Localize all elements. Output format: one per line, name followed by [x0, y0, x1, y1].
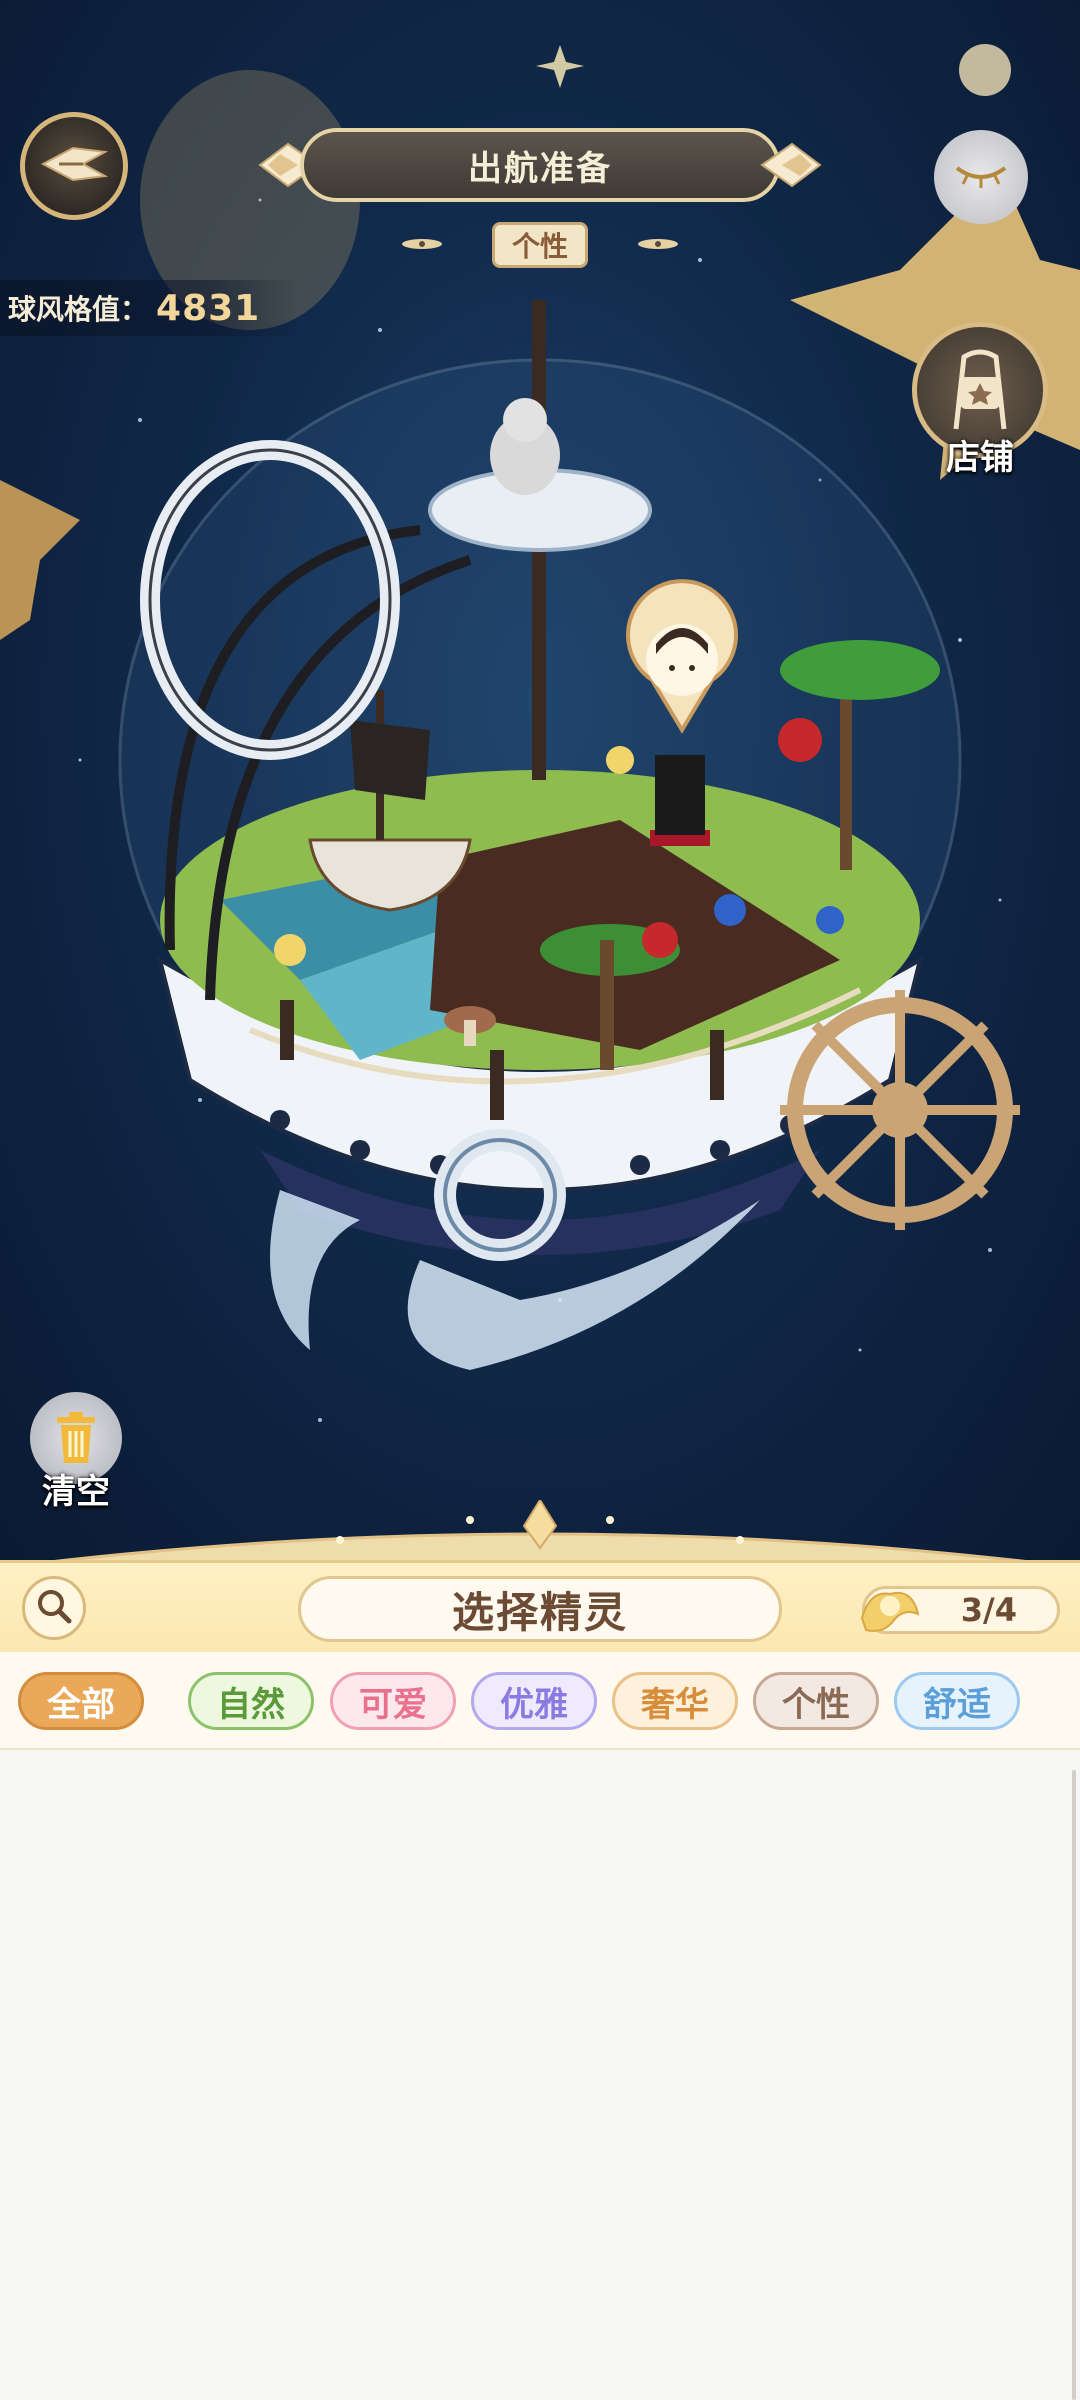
style-score-label: 球风格值： — [8, 293, 149, 326]
filter-chip-comfort[interactable]: 舒适 — [894, 1672, 1020, 1730]
ornament-dots-right-icon — [638, 239, 678, 249]
sprite-select-panel: 选择精灵 3/4 全部 自然 可爱 优雅 奢华 个性 舒适 — [0, 1500, 1080, 2400]
filter-chip-cute[interactable]: 可爱 — [330, 1672, 456, 1730]
filter-chip-nature[interactable]: 自然 — [188, 1672, 314, 1730]
search-icon — [34, 1586, 74, 1630]
back-button[interactable] — [20, 112, 128, 220]
title-wing-right-icon — [760, 142, 822, 188]
toggle-view-button[interactable] — [934, 130, 1028, 224]
page-title: 出航准备 — [300, 128, 780, 202]
filter-chip-all[interactable]: 全部 — [18, 1672, 144, 1730]
panel-title: 选择精灵 — [298, 1576, 782, 1642]
search-button[interactable] — [22, 1576, 86, 1640]
filter-chip-personal[interactable]: 个性 — [753, 1672, 879, 1730]
shop-label: 店铺 — [946, 438, 1014, 478]
list-scrollbar[interactable] — [1072, 1770, 1076, 2400]
style-score: 球风格值： 4831 — [0, 280, 301, 336]
style-score-value: 4831 — [156, 287, 261, 329]
style-tag: 个性 — [492, 222, 588, 268]
clear-button[interactable]: 清空 — [28, 1392, 124, 1512]
shop-button[interactable]: 店铺 — [908, 322, 1052, 492]
fairy-icon — [860, 1592, 920, 1632]
filter-chip-elegant[interactable]: 优雅 — [471, 1672, 597, 1730]
back-arrow-icon — [39, 142, 109, 190]
ornament-dots-left-icon — [402, 239, 442, 249]
ship-wheel — [780, 990, 1020, 1230]
sprite-list — [0, 1750, 1080, 2400]
filter-chip-luxury[interactable]: 奢华 — [612, 1672, 738, 1730]
eye-closed-icon — [953, 160, 1009, 194]
